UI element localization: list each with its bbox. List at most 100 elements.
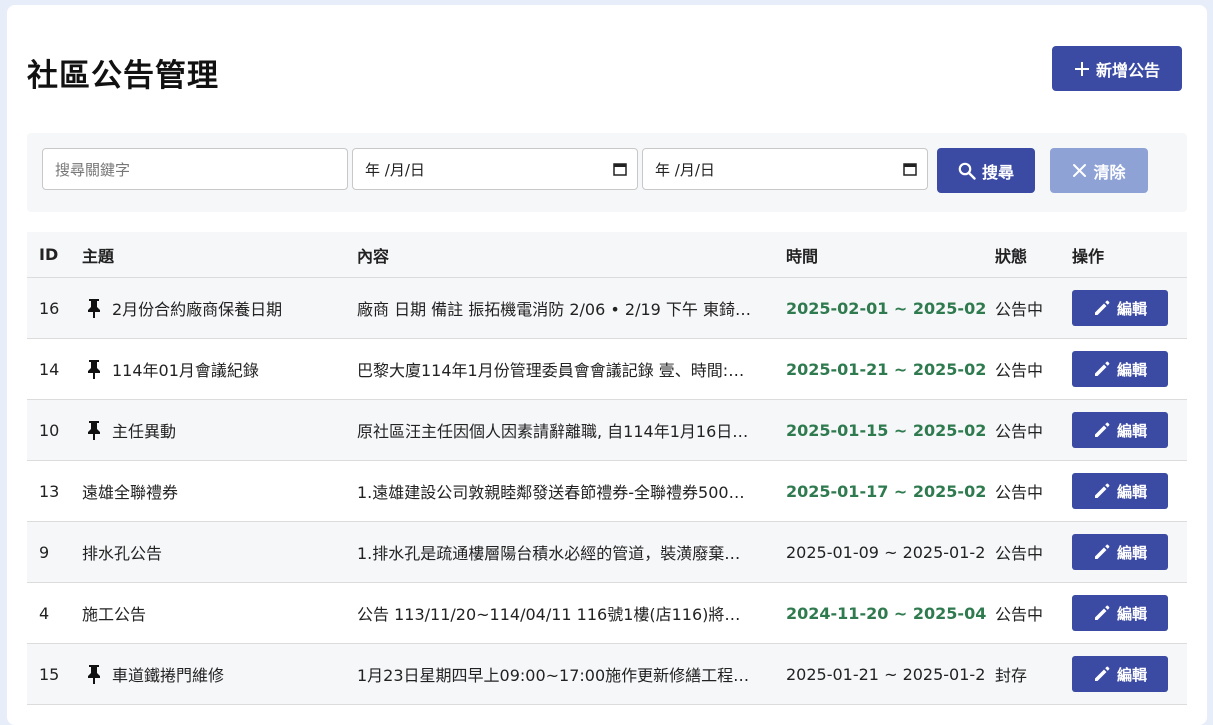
column-header-id: ID bbox=[39, 245, 59, 264]
row-status: 封存 bbox=[995, 666, 1028, 685]
table-body: 16 2月份合約廠商保養日期 廠商 日期 備註 振拓機電消防 2/06 • 2/… bbox=[27, 278, 1187, 705]
edit-label: 編輯 bbox=[1116, 421, 1147, 440]
table-row: 10 主任異動 原社區汪主任因個人因素請辭離職, 自114年1月16日起由新任 … bbox=[27, 400, 1187, 461]
calendar-icon[interactable] bbox=[903, 162, 917, 176]
announcements-table: ID 主題 內容 時間 狀態 操作 16 2月份合約廠商保養日期 廠商 日期 備… bbox=[27, 232, 1187, 705]
table-header: ID 主題 內容 時間 狀態 操作 bbox=[27, 232, 1187, 278]
add-announcement-label: 新增公告 bbox=[1095, 60, 1160, 80]
edit-label: 編輯 bbox=[1116, 299, 1147, 318]
row-content: 1月23日星期四早上09:00~17:00施作更新修繕工程，屆時 bbox=[357, 644, 757, 704]
row-content-text: 1月23日星期四早上09:00~17:00施作更新修繕工程，屆時 bbox=[357, 666, 753, 685]
page-title: 社區公告管理 bbox=[27, 58, 219, 94]
column-header-status: 狀態 bbox=[995, 246, 1028, 266]
column-header-actions: 操作 bbox=[1072, 246, 1105, 266]
row-title-text: 施工公告 bbox=[82, 605, 147, 624]
row-content-text: 廠商 日期 備註 振拓機電消防 2/06 • 2/19 下午 東錡機電消防 bbox=[357, 300, 753, 319]
table-row: 4 施工公告 公告 113/11/20~114/04/11 116號1樓(店11… bbox=[27, 583, 1187, 644]
row-actions: 編輯 bbox=[1072, 522, 1172, 582]
keyword-search-input[interactable]: 搜尋關鍵字 bbox=[42, 148, 348, 190]
pencil-icon bbox=[1094, 544, 1110, 559]
end-date-input[interactable]: 年 /月/日 bbox=[642, 148, 928, 190]
table-row: 14 114年01月會議紀錄 巴黎大廈114年1月份管理委員會會議記錄 壹、時間… bbox=[27, 339, 1187, 400]
table-row: 15 車道鐵捲門維修 1月23日星期四早上09:00~17:00施作更新修繕工程… bbox=[27, 644, 1187, 705]
search-icon bbox=[958, 162, 976, 180]
row-content: 原社區汪主任因個人因素請辭離職, 自114年1月16日起由新任 bbox=[357, 400, 757, 460]
table-row: 9 排水孔公告 1.排水孔是疏通樓層陽台積水必經的管道，裝潢廢棄土石請勿 202… bbox=[27, 522, 1187, 583]
row-content: 巴黎大廈114年1月份管理委員會會議記錄 壹、時間:114年1月 bbox=[357, 339, 757, 399]
row-title-text: 主任異動 bbox=[112, 422, 177, 441]
table-row: 16 2月份合約廠商保養日期 廠商 日期 備註 振拓機電消防 2/06 • 2/… bbox=[27, 278, 1187, 339]
row-actions: 編輯 bbox=[1072, 644, 1172, 704]
close-icon bbox=[1073, 164, 1087, 177]
row-content-text: 原社區汪主任因個人因素請辭離職, 自114年1月16日起由新任 bbox=[357, 422, 753, 441]
search-button[interactable]: 搜尋 bbox=[937, 148, 1035, 193]
row-title-text: 車道鐵捲門維修 bbox=[112, 666, 225, 685]
edit-label: 編輯 bbox=[1116, 543, 1147, 562]
row-id: 4 bbox=[39, 603, 50, 623]
row-id: 16 bbox=[39, 298, 60, 318]
pin-icon bbox=[88, 421, 100, 440]
row-title-text: 排水孔公告 bbox=[82, 544, 163, 563]
edit-button[interactable]: 編輯 bbox=[1072, 595, 1168, 631]
pencil-icon bbox=[1094, 605, 1110, 620]
start-date-input[interactable]: 年 /月/日 bbox=[352, 148, 638, 190]
row-id: 14 bbox=[39, 359, 60, 379]
keyword-placeholder: 搜尋關鍵字 bbox=[55, 160, 131, 179]
row-id: 10 bbox=[39, 420, 60, 440]
row-actions: 編輯 bbox=[1072, 400, 1172, 460]
pencil-icon bbox=[1094, 422, 1110, 437]
row-time: 2024-11-20 ~ 2025-04-11 bbox=[786, 603, 986, 623]
edit-label: 編輯 bbox=[1116, 604, 1147, 623]
row-content-text: 1.遠雄建設公司敦親睦鄰發送春節禮券-全聯禮券500元整 bbox=[357, 483, 753, 502]
start-date-value: 年 /月/日 bbox=[365, 160, 425, 179]
pin-icon bbox=[88, 665, 100, 684]
row-status: 公告中 bbox=[995, 361, 1044, 380]
column-header-time: 時間 bbox=[786, 246, 819, 266]
pin-icon bbox=[88, 299, 100, 318]
row-status: 公告中 bbox=[995, 483, 1044, 502]
row-time: 2025-01-21 ~ 2025-02-21 bbox=[786, 359, 986, 379]
pencil-icon bbox=[1094, 361, 1110, 376]
main-card: 社區公告管理 新增公告 搜尋關鍵字 年 /月/日 年 /月/日 搜尋 清除 ID… bbox=[7, 5, 1207, 725]
row-title-text: 2月份合約廠商保養日期 bbox=[112, 300, 283, 319]
pencil-icon bbox=[1094, 483, 1110, 498]
search-label: 搜尋 bbox=[981, 162, 1014, 182]
row-content: 廠商 日期 備註 振拓機電消防 2/06 • 2/19 下午 東錡機電消防 bbox=[357, 278, 757, 338]
edit-button[interactable]: 編輯 bbox=[1072, 656, 1168, 692]
row-time: 2025-01-21 ~ 2025-01-23 bbox=[786, 664, 986, 684]
table-row: 13 遠雄全聯禮券 1.遠雄建設公司敦親睦鄰發送春節禮券-全聯禮券500元整 2… bbox=[27, 461, 1187, 522]
row-time: 2025-01-09 ~ 2025-01-23 bbox=[786, 542, 986, 562]
calendar-icon[interactable] bbox=[613, 162, 627, 176]
edit-button[interactable]: 編輯 bbox=[1072, 290, 1168, 326]
add-announcement-button[interactable]: 新增公告 bbox=[1052, 46, 1182, 91]
row-content: 1.遠雄建設公司敦親睦鄰發送春節禮券-全聯禮券500元整 bbox=[357, 461, 757, 521]
edit-label: 編輯 bbox=[1116, 665, 1147, 684]
clear-button[interactable]: 清除 bbox=[1050, 148, 1148, 193]
edit-button[interactable]: 編輯 bbox=[1072, 412, 1168, 448]
edit-button[interactable]: 編輯 bbox=[1072, 473, 1168, 509]
edit-button[interactable]: 編輯 bbox=[1072, 351, 1168, 387]
pin-icon bbox=[88, 360, 100, 379]
row-time: 2025-01-17 ~ 2025-02-28 bbox=[786, 481, 986, 501]
row-id: 9 bbox=[39, 542, 50, 562]
edit-label: 編輯 bbox=[1116, 482, 1147, 501]
row-id: 13 bbox=[39, 481, 60, 501]
row-actions: 編輯 bbox=[1072, 339, 1172, 399]
end-date-value: 年 /月/日 bbox=[655, 160, 715, 179]
row-title: 遠雄全聯禮券 bbox=[82, 461, 352, 521]
row-title: 車道鐵捲門維修 bbox=[82, 644, 352, 704]
row-content-text: 公告 113/11/20~114/04/11 116號1樓(店116)將在11月… bbox=[357, 605, 753, 624]
row-content-text: 巴黎大廈114年1月份管理委員會會議記錄 壹、時間:114年1月 bbox=[357, 361, 753, 380]
row-status: 公告中 bbox=[995, 605, 1044, 624]
edit-button[interactable]: 編輯 bbox=[1072, 534, 1168, 570]
row-title: 2月份合約廠商保養日期 bbox=[82, 278, 352, 338]
row-actions: 編輯 bbox=[1072, 461, 1172, 521]
pencil-icon bbox=[1094, 666, 1110, 681]
row-title: 施工公告 bbox=[82, 583, 352, 643]
row-content-text: 1.排水孔是疏通樓層陽台積水必經的管道，裝潢廢棄土石請勿 bbox=[357, 544, 753, 563]
row-title-text: 遠雄全聯禮券 bbox=[82, 483, 179, 502]
pencil-icon bbox=[1094, 300, 1110, 315]
edit-label: 編輯 bbox=[1116, 360, 1147, 379]
column-header-title: 主題 bbox=[82, 246, 115, 266]
row-id: 15 bbox=[39, 664, 60, 684]
